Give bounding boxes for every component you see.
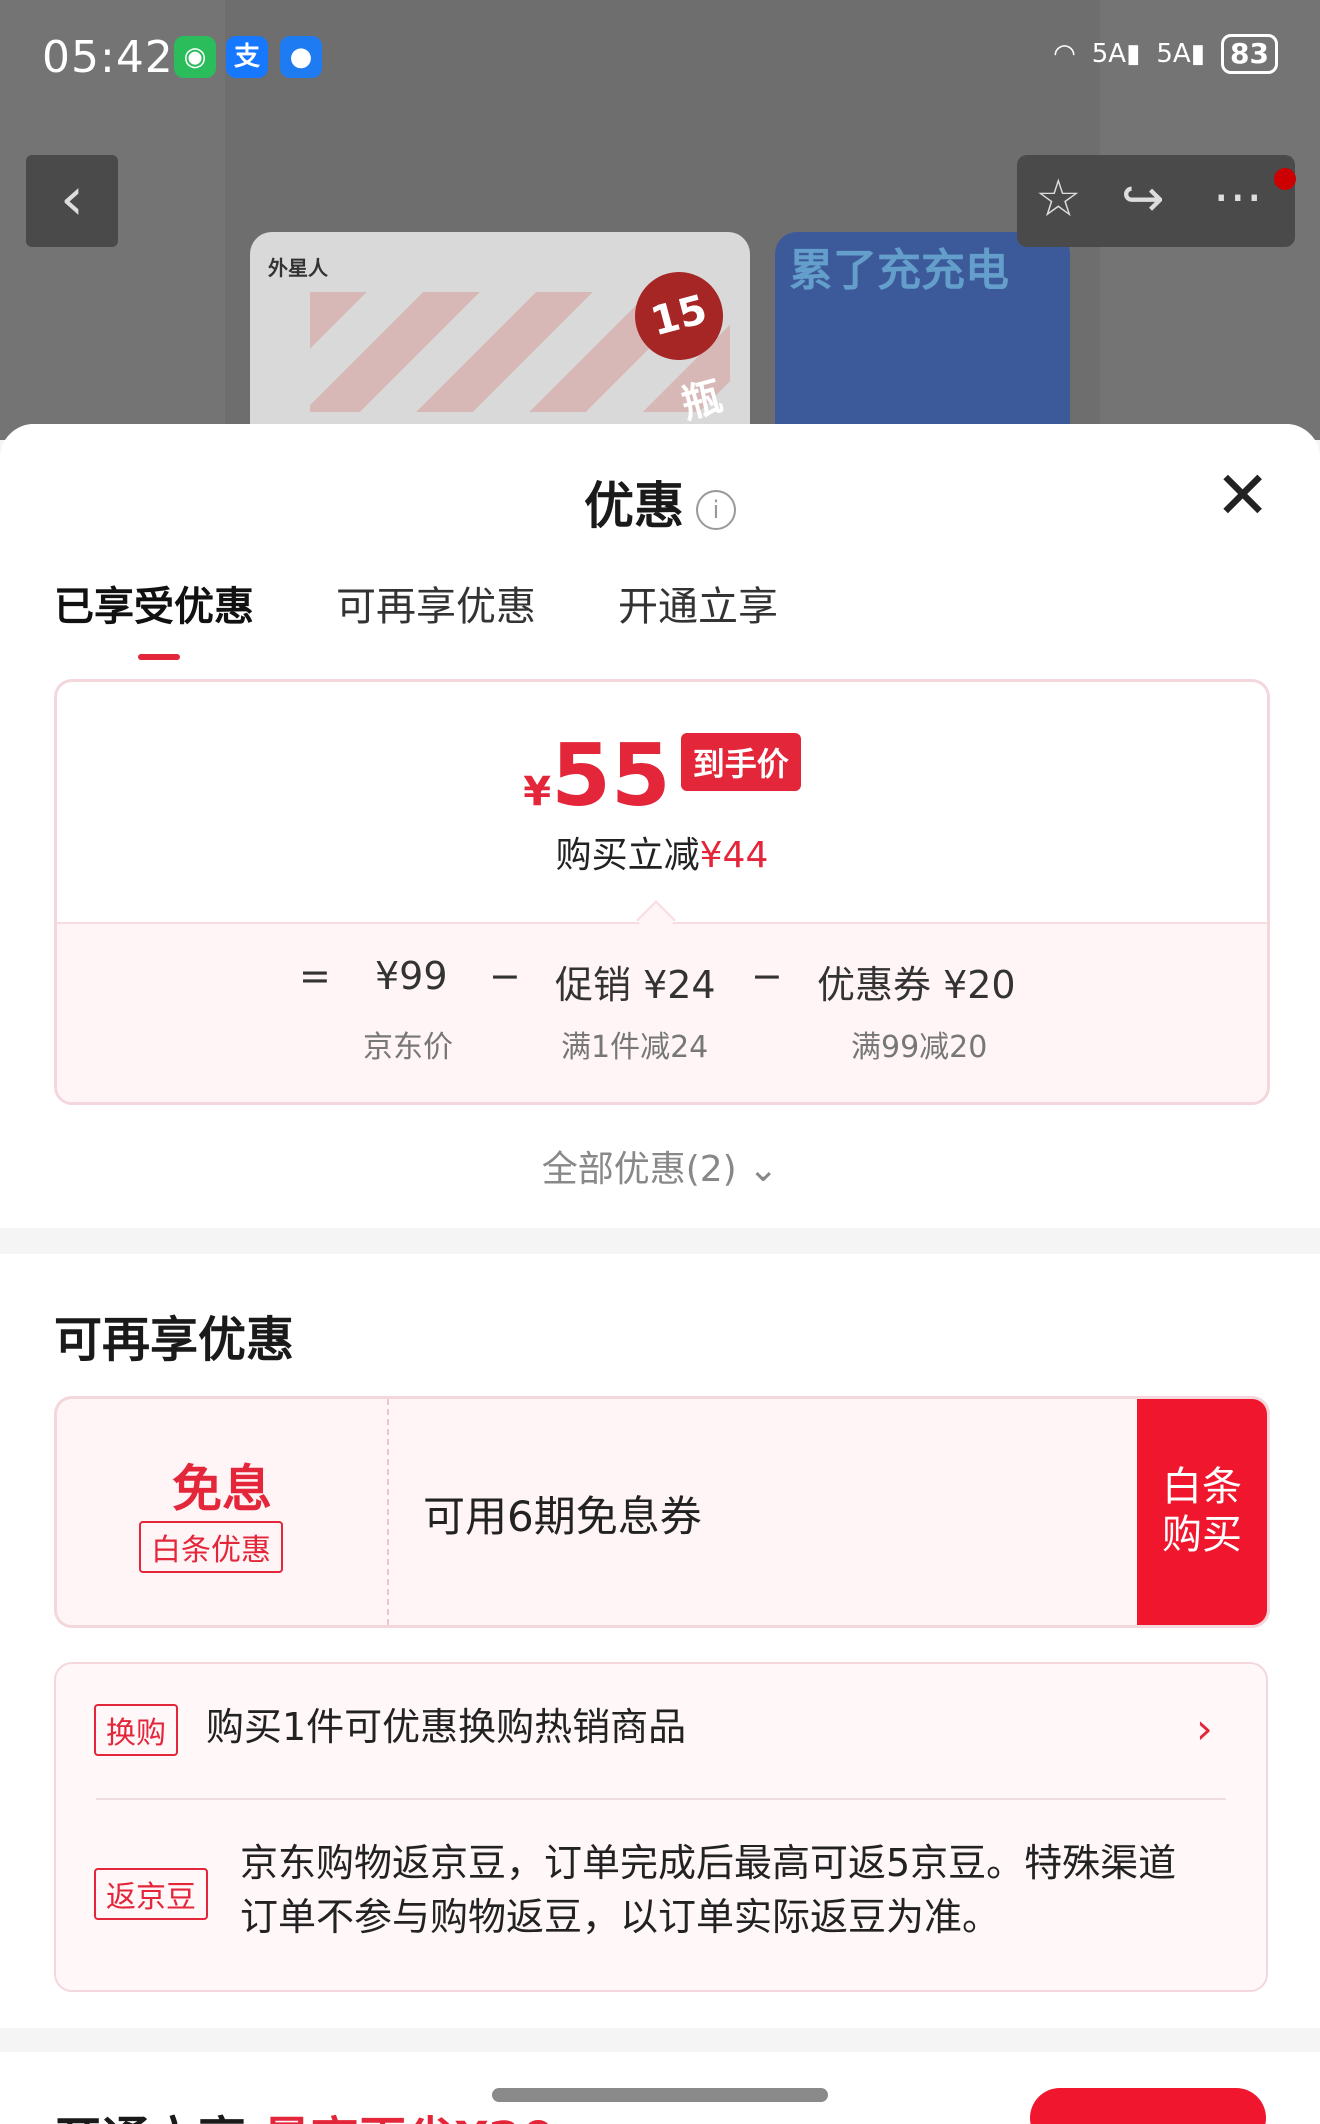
alipay-icon: 支: [226, 36, 268, 78]
notification-dot: [1274, 168, 1296, 190]
open-now-button[interactable]: [1030, 2088, 1266, 2124]
all-deals-toggle[interactable]: 全部优惠(2) ⌄: [0, 1140, 1320, 1192]
share-icon[interactable]: ↪: [1121, 171, 1165, 227]
open-now-title: 开通立享 最高再省¥20: [54, 2100, 555, 2124]
close-icon[interactable]: ✕: [1215, 463, 1270, 529]
product-thumbnail-2: 累了充充电: [775, 232, 1070, 440]
battery-indicator: 83: [1221, 34, 1278, 74]
wechat-like-icon: ◉: [174, 36, 216, 78]
tab-open-now[interactable]: 开通立享: [618, 574, 778, 632]
promo-label: 满1件减24: [561, 1030, 709, 1065]
back-button[interactable]: ‹: [26, 155, 118, 247]
chevron-right-icon[interactable]: ›: [1196, 1704, 1213, 1753]
section-title: 可再享优惠: [54, 1312, 295, 1368]
tab-bar: 已享受优惠 可再享优惠 开通立享: [54, 574, 860, 660]
info-icon[interactable]: i: [696, 489, 736, 530]
beans-text-line2: 订单不参与购物返豆，以订单实际返豆为准。: [240, 1895, 1001, 1939]
home-indicator[interactable]: [492, 2088, 828, 2102]
extra-benefits: 换购 购买1件可优惠换购热销商品 › 返京豆 京东购物返京豆，订单完成后最高可返…: [54, 1662, 1268, 1992]
interest-free-coupon: 免息 白条优惠 可用6期免息券 白条 购买: [54, 1396, 1270, 1628]
beans-text-line1: 京东购物返京豆，订单完成后最高可返5京豆。特殊渠道: [240, 1841, 1177, 1885]
sheet-title: 优惠 i: [0, 466, 1320, 538]
price-breakdown: ¥55 到手价 购买立减¥44 = ¥99 京东价 − 促销 ¥24 满1件减24…: [54, 679, 1270, 1105]
chevron-down-icon: ⌄: [748, 1149, 779, 1190]
coupon-tag: 白条优惠: [139, 1521, 283, 1573]
coupon-discount: 优惠券 ¥20: [817, 963, 1016, 1007]
tab-more-deals[interactable]: 可再享优惠: [336, 574, 536, 632]
exchange-text[interactable]: 购买1件可优惠换购热销商品: [206, 1700, 686, 1754]
more-deals-section: 可再享优惠 免息 白条优惠 可用6期免息券 白条 购买 换购 购买1件可优惠换购…: [0, 1254, 1320, 2028]
top-actions: ☆ ↪ ···: [1017, 155, 1295, 247]
status-indicators: ◠ 5A▮ 5A▮ 83: [1053, 34, 1278, 74]
status-bar: 05:42 ◉ 支 ● ◠ 5A▮ 5A▮ 83: [0, 0, 1320, 116]
minus-sign: −: [489, 954, 521, 998]
base-price-label: 京东价: [363, 1030, 453, 1065]
coupon-name: 免息: [172, 1460, 272, 1518]
final-price-tag: 到手价: [680, 733, 801, 791]
exchange-tag: 换购: [94, 1704, 178, 1756]
status-time: 05:42: [42, 32, 174, 83]
coupon-text: 可用6期免息券: [423, 1492, 702, 1541]
discount-sheet: 优惠 i ✕ 已享受优惠 可再享优惠 开通立享 ¥55 到手价 购买立减¥44 = …: [0, 424, 1320, 2124]
signal-icon-2: 5A▮: [1156, 39, 1206, 69]
brand-logo: 外星人: [268, 256, 328, 280]
tab-enjoyed[interactable]: 已享受优惠: [54, 574, 254, 660]
promo-discount: 促销 ¥24: [555, 963, 716, 1007]
base-price: ¥99: [375, 954, 448, 998]
final-price: ¥55 到手价: [57, 726, 1267, 826]
star-icon[interactable]: ☆: [1035, 171, 1082, 227]
signal-icon-1: 5A▮: [1091, 39, 1141, 69]
equals-sign: =: [299, 954, 331, 998]
thumbnail-title: 累了充充电: [789, 245, 1009, 296]
wifi-icon: ◠: [1053, 39, 1076, 69]
enjoyed-section: 优惠 i ✕ 已享受优惠 可再享优惠 开通立享 ¥55 到手价 购买立减¥44 = …: [0, 424, 1320, 1228]
more-icon[interactable]: ···: [1213, 171, 1263, 227]
coupon-label: 满99减20: [851, 1030, 988, 1065]
product-thumbnail: 外星人 15瓶: [250, 232, 750, 440]
baitiao-buy-button[interactable]: 白条 购买: [1137, 1399, 1267, 1625]
saving-text: 购买立减¥44: [555, 835, 769, 876]
beans-tag: 返京豆: [94, 1868, 208, 1920]
minus-sign-2: −: [751, 954, 783, 998]
message-icon: ●: [280, 36, 322, 78]
